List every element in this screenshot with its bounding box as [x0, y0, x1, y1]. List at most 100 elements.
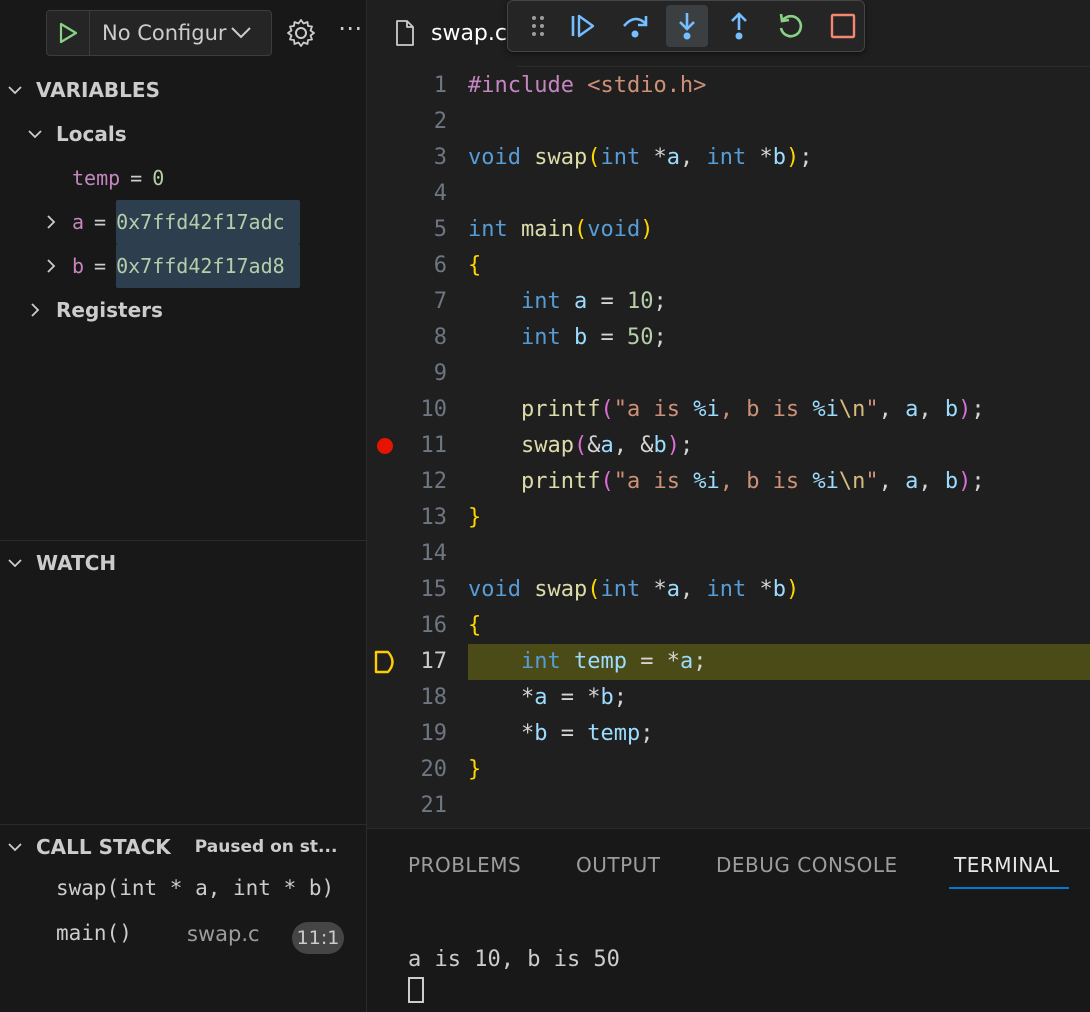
code-line: 9 [367, 356, 1090, 392]
file-icon [396, 20, 414, 46]
section-divider[interactable] [0, 824, 366, 825]
stack-frame-position-badge: 11:1 [292, 922, 344, 954]
registers-scope[interactable]: Registers [0, 288, 366, 332]
tab-problems[interactable]: PROBLEMS [408, 853, 521, 877]
code-line: 12 printf("a is %i, b is %i\n", a, b); [367, 464, 1090, 500]
line-number: 15 [420, 577, 448, 602]
stop-button[interactable] [822, 5, 864, 47]
code-line: 2 [367, 104, 1090, 140]
code-line: 14 [367, 536, 1090, 572]
chevron-right-icon [47, 215, 56, 229]
section-divider[interactable] [0, 540, 366, 541]
step-into-button[interactable] [666, 5, 708, 47]
tab-label: swap.c [431, 20, 507, 46]
variable-temp[interactable]: temp = 0 [0, 156, 366, 200]
line-number: 11 [420, 433, 448, 458]
variable-a[interactable]: a = 0x7ffd42f17adc [0, 200, 366, 244]
restart-button[interactable] [770, 5, 812, 47]
line-number: 18 [420, 685, 448, 710]
step-over-icon [623, 16, 648, 38]
line-number: 6 [433, 253, 447, 278]
variable-name: temp [72, 166, 121, 190]
configuration-label: No Configur [102, 21, 227, 45]
line-number: 8 [433, 325, 447, 350]
tab-output[interactable]: OUTPUT [576, 853, 661, 877]
line-number: 13 [420, 505, 448, 530]
configuration-dropdown[interactable]: No Configur [90, 21, 271, 45]
tab-strip-border [517, 66, 1090, 67]
call-stack-status: Paused on st... [194, 837, 338, 857]
bottom-panel: PROBLEMS OUTPUT DEBUG CONSOLE TERMINAL a… [367, 828, 1090, 1012]
start-debugging-button[interactable] [47, 11, 90, 55]
step-out-button[interactable] [718, 5, 760, 47]
continue-icon [571, 14, 595, 38]
line-number: 21 [420, 793, 448, 818]
stack-frame-file: swap.c [187, 922, 260, 946]
gear-icon[interactable] [286, 18, 316, 48]
tab-debug-console[interactable]: DEBUG CONSOLE [716, 853, 898, 877]
code-line: 11 swap(&a, &b); [367, 428, 1090, 464]
code-line: 19 *b = temp; [367, 716, 1090, 752]
code-line: 6 { [367, 248, 1090, 284]
variable-name: a [72, 210, 85, 234]
variable-value: 0 [152, 166, 165, 190]
line-number: 14 [420, 541, 448, 566]
vscode-window: No Configur ⋯ VARIABLES Locals temp = 0 … [0, 0, 1090, 1012]
watch-title: WATCH [36, 551, 117, 575]
code-line: 18 *a = *b; [367, 680, 1090, 716]
locals-scope[interactable]: Locals [0, 112, 366, 156]
code-line: 16 { [367, 608, 1090, 644]
step-out-icon [731, 12, 747, 40]
watch-section-header[interactable]: WATCH [0, 545, 366, 581]
debug-sidebar: No Configur ⋯ VARIABLES Locals temp = 0 … [0, 0, 367, 1012]
chevron-down-icon [8, 86, 22, 95]
variable-name: b [72, 254, 85, 278]
line-number: 7 [433, 289, 447, 314]
chevron-down-icon [28, 130, 42, 139]
line-number: 2 [433, 109, 447, 134]
more-actions-icon[interactable]: ⋯ [338, 14, 363, 42]
equals-sign: = [130, 166, 143, 190]
chevron-right-icon [47, 259, 56, 273]
stack-frame-main[interactable]: main() [56, 921, 132, 945]
code-line: 13 } [367, 500, 1090, 536]
code-line: 15 void swap(int *a, int *b) [367, 572, 1090, 608]
variables-title: VARIABLES [36, 78, 160, 102]
variable-value: 0x7ffd42f17ad8 [116, 244, 301, 288]
code-line: 21 [367, 788, 1090, 824]
tab-terminal[interactable]: TERMINAL [954, 853, 1060, 877]
code-line: 8 int b = 50; [367, 320, 1090, 356]
terminal-cursor [408, 977, 424, 1003]
stack-frame-swap[interactable]: swap(int * a, int * b) [56, 876, 334, 900]
variable-b[interactable]: b = 0x7ffd42f17ad8 [0, 244, 366, 288]
line-number: 5 [433, 217, 447, 242]
line-number: 3 [433, 145, 447, 170]
active-tab-indicator [949, 887, 1069, 889]
line-number: 9 [433, 361, 447, 386]
line-number: 19 [420, 721, 448, 746]
step-into-icon [679, 13, 695, 40]
run-configuration-bar: No Configur [46, 10, 272, 56]
code-line: 20 } [367, 752, 1090, 788]
line-number: 17 [420, 649, 448, 674]
continue-button[interactable] [562, 5, 604, 47]
code-line: 7 int a = 10; [367, 284, 1090, 320]
line-number: 12 [420, 469, 448, 494]
variables-section-header[interactable]: VARIABLES [0, 72, 366, 108]
chevron-down-icon [8, 843, 22, 852]
code-line: 1 #include <stdio.h> [367, 68, 1090, 104]
step-over-button[interactable] [614, 5, 656, 47]
terminal-output[interactable]: a is 10, b is 50 [408, 947, 620, 972]
call-stack-section-header[interactable]: CALL STACK Paused on st... [0, 829, 366, 865]
line-number: 1 [433, 73, 447, 98]
registers-label: Registers [56, 298, 163, 322]
code-line: 4 [367, 176, 1090, 212]
chevron-down-icon [231, 27, 251, 39]
equals-sign: = [94, 210, 107, 234]
drag-handle-icon[interactable] [528, 13, 548, 39]
code-line-current: 17 int temp = *a; [367, 644, 1090, 680]
code-line: 5 int main(void) [367, 212, 1090, 248]
locals-label: Locals [56, 122, 127, 146]
equals-sign: = [94, 254, 107, 278]
stop-icon [830, 13, 856, 39]
